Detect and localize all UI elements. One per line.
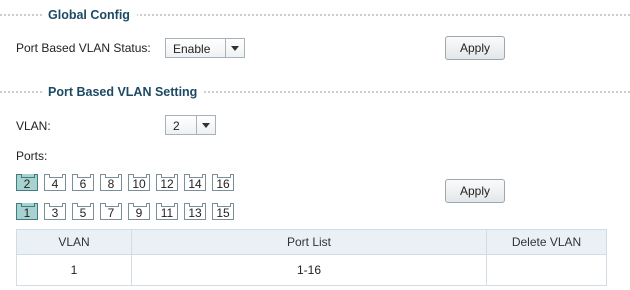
port-number: 1: [23, 206, 31, 220]
port-2-checkbox[interactable]: 2: [16, 174, 38, 191]
cell-vlan: 1: [16, 254, 132, 286]
port-13-checkbox[interactable]: 13: [184, 203, 206, 220]
port-number: 7: [107, 206, 115, 220]
global-config-header: Global Config: [0, 7, 630, 23]
port-16-checkbox[interactable]: 16: [212, 174, 234, 191]
vlan-status-value: Enable: [173, 42, 211, 56]
vlan-table: VLAN Port List Delete VLAN 1 1-16: [16, 229, 607, 286]
port-number: 16: [216, 177, 230, 191]
port-number: 11: [160, 206, 174, 220]
cell-delete-vlan[interactable]: [486, 254, 607, 286]
port-12-checkbox[interactable]: 12: [156, 174, 178, 191]
port-number: 4: [51, 177, 59, 191]
port-number: 2: [23, 177, 31, 191]
port-11-checkbox[interactable]: 11: [156, 203, 178, 220]
vlan-status-label: Port Based VLAN Status:: [16, 41, 151, 55]
port-number: 12: [160, 177, 174, 191]
port-5-checkbox[interactable]: 5: [72, 203, 94, 220]
port-15-checkbox[interactable]: 15: [212, 203, 234, 220]
global-config-title: Global Config: [42, 7, 137, 23]
vlan-setting-title: Port Based VLAN Setting: [42, 84, 205, 100]
cell-port-list: 1-16: [131, 254, 487, 286]
vlan-label: VLAN:: [16, 119, 51, 133]
port-number: 15: [216, 206, 230, 220]
port-number: 5: [79, 206, 87, 220]
chevron-down-icon[interactable]: [196, 116, 215, 134]
port-10-checkbox[interactable]: 10: [128, 174, 150, 191]
port-9-checkbox[interactable]: 9: [128, 203, 150, 220]
port-number: 9: [135, 206, 143, 220]
vlan-id-value: 2: [173, 119, 180, 133]
vlan-setting-header: Port Based VLAN Setting: [0, 84, 630, 100]
port-number: 3: [51, 206, 59, 220]
port-row-odd: 1 3 5 7 9 11 13 15: [16, 203, 241, 221]
column-header-delete-vlan: Delete VLAN: [486, 229, 607, 255]
port-3-checkbox[interactable]: 3: [44, 203, 66, 220]
ports-apply-button[interactable]: Apply: [445, 179, 505, 203]
column-header-port-list: Port List: [131, 229, 487, 255]
vlan-status-select[interactable]: Enable: [165, 38, 245, 58]
port-row-even: 2 4 6 8 10 12 14 16: [16, 174, 241, 192]
column-header-vlan: VLAN: [16, 229, 132, 255]
port-number: 13: [188, 206, 202, 220]
global-apply-button[interactable]: Apply: [445, 36, 505, 60]
port-number: 14: [188, 177, 202, 191]
port-4-checkbox[interactable]: 4: [44, 174, 66, 191]
port-number: 6: [79, 177, 87, 191]
table-row: 1 1-16: [16, 254, 607, 286]
port-number: 8: [107, 177, 115, 191]
port-number: 10: [132, 177, 146, 191]
port-1-checkbox[interactable]: 1: [16, 203, 38, 220]
table-header-row: VLAN Port List Delete VLAN: [16, 229, 607, 255]
port-14-checkbox[interactable]: 14: [184, 174, 206, 191]
port-8-checkbox[interactable]: 8: [100, 174, 122, 191]
vlan-id-select[interactable]: 2: [165, 115, 216, 135]
port-7-checkbox[interactable]: 7: [100, 203, 122, 220]
port-6-checkbox[interactable]: 6: [72, 174, 94, 191]
chevron-down-icon[interactable]: [225, 39, 244, 57]
ports-label: Ports:: [16, 149, 48, 163]
